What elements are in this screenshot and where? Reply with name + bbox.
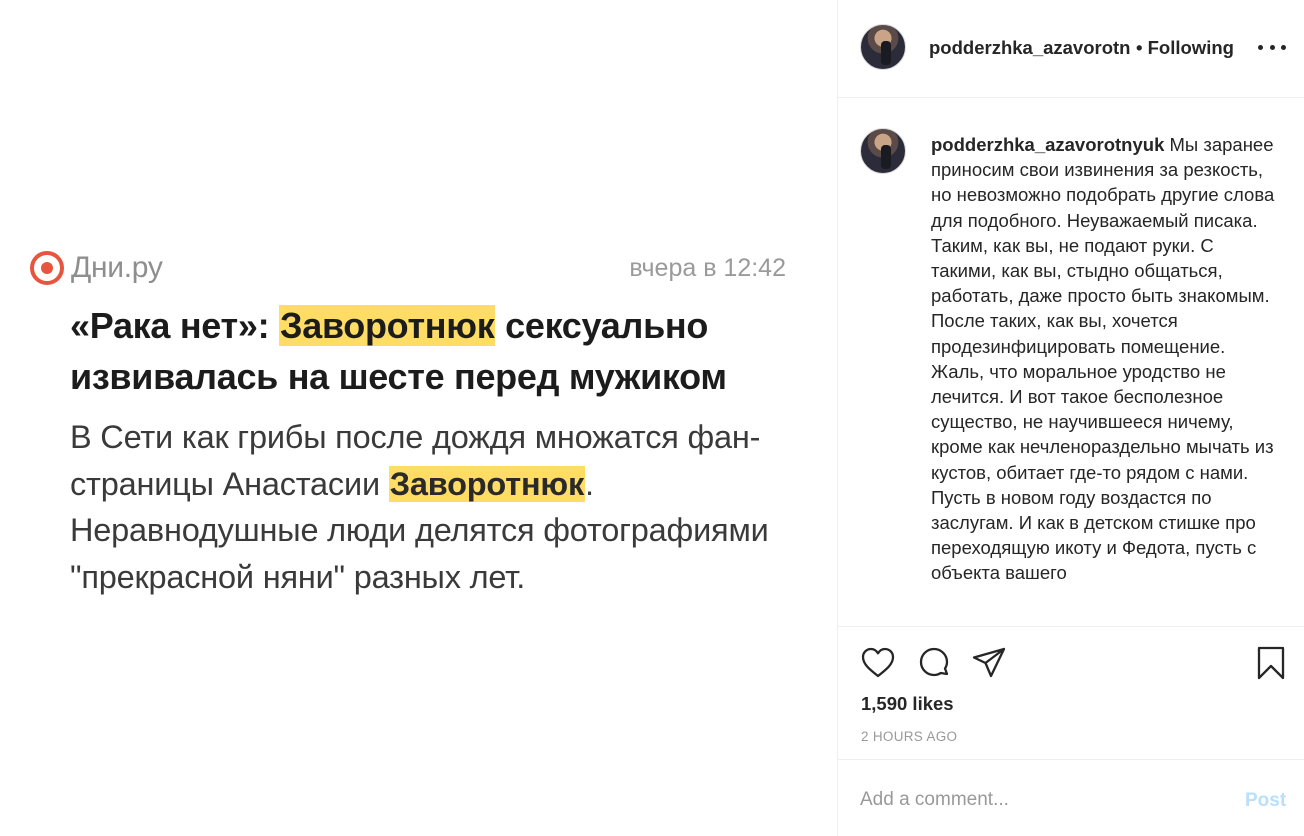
author-username[interactable]: podderzhka_azavorotn (929, 37, 1131, 59)
post-actions: 1,590 likes 2 HOURS AGO (838, 626, 1304, 759)
post-sidebar: podderzhka_azavorotn • Following podderz… (837, 0, 1304, 836)
caption-avatar[interactable] (860, 128, 906, 174)
heart-icon[interactable] (860, 645, 896, 681)
following-button[interactable]: • Following (1136, 37, 1234, 59)
caption-area[interactable]: podderzhka_azavorotnyuk Мы заранее прино… (838, 98, 1304, 626)
post-header: podderzhka_azavorotn • Following (838, 0, 1304, 98)
comment-bar: Post (838, 759, 1304, 836)
headline-highlight: Заворотнюк (278, 305, 496, 346)
news-source-row: Дни.ру вчера в 12:42 (30, 250, 790, 290)
caption-body: Мы заранее приносим свои извинения за ре… (931, 134, 1275, 584)
likes-count[interactable]: 1,590 likes (861, 693, 954, 715)
more-options-icon[interactable] (1258, 36, 1286, 58)
more-dot (1281, 44, 1286, 50)
post-timestamp[interactable]: 2 HOURS AGO (861, 729, 957, 744)
more-dot (1269, 44, 1275, 50)
author-avatar[interactable] (860, 24, 906, 70)
source-time: вчера в 12:42 (629, 254, 786, 282)
news-headline: «Рака нет»: Заворотнюк сексуально извива… (70, 300, 810, 402)
news-snippet: В Сети как грибы после дождя множатся фа… (70, 414, 810, 600)
comment-input[interactable] (860, 782, 1220, 818)
caption-text: podderzhka_azavorotnyuk Мы заранее прино… (931, 132, 1276, 586)
post-comment-button[interactable]: Post (1245, 790, 1286, 812)
comment-icon[interactable] (916, 645, 952, 681)
bookmark-icon[interactable] (1253, 645, 1289, 681)
caption-username[interactable]: podderzhka_azavorotnyuk (931, 134, 1164, 155)
more-dot (1258, 44, 1263, 50)
source-logo-icon (30, 251, 64, 285)
headline-text: «Рака нет»: (70, 305, 279, 346)
snippet-highlight: Заворотнюк (388, 465, 586, 502)
post-image: Дни.ру вчера в 12:42 «Рака нет»: Заворот… (0, 0, 837, 836)
source-name: Дни.ру (71, 251, 163, 284)
share-icon[interactable] (971, 645, 1007, 681)
